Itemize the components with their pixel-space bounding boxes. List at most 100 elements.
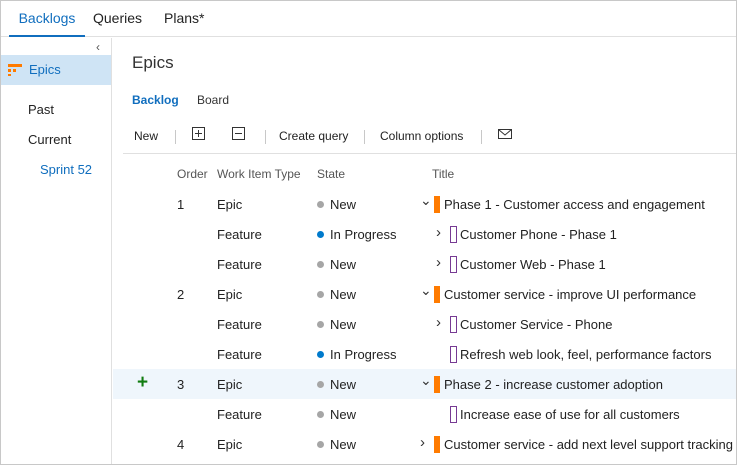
state-dot-icon <box>317 231 324 238</box>
page-title: Epics <box>132 53 174 72</box>
epic-color-bar <box>434 436 440 453</box>
cell-title[interactable]: Phase 2 - increase customer adoption <box>444 377 663 392</box>
sidebar-item-epics[interactable]: Epics <box>1 55 111 85</box>
tab-queries[interactable]: Queries <box>93 1 142 37</box>
table-row[interactable]: Feature In Progress › Customer Phone - Phas… <box>113 219 736 249</box>
state-dot-icon <box>317 411 324 418</box>
state-label: New <box>330 287 357 302</box>
cell-type: Feature <box>217 317 262 332</box>
state-dot-icon <box>317 201 324 208</box>
epic-color-bar <box>434 196 440 213</box>
cell-title[interactable]: Customer Phone - Phase 1 <box>460 227 617 242</box>
cell-state: In Progress <box>317 347 396 362</box>
table-row[interactable]: 4 Epic New › Customer service - add next lev… <box>113 429 736 459</box>
cell-state: New <box>317 437 356 452</box>
cell-order: 4 <box>177 437 185 452</box>
state-dot-icon <box>317 321 324 328</box>
cell-type: Epic <box>217 437 243 452</box>
chevron-down-icon[interactable]: ⌄ <box>420 372 432 389</box>
state-label: In Progress <box>330 347 397 362</box>
cell-state: In Progress <box>317 227 396 242</box>
collapse-all-icon[interactable] <box>232 127 245 140</box>
chevron-down-icon[interactable]: ⌄ <box>420 192 432 209</box>
tab-board[interactable]: Board <box>197 93 229 107</box>
new-button[interactable]: New <box>134 129 158 143</box>
table-row[interactable]: Feature New › Customer Web - Phase 1 <box>113 249 736 279</box>
create-query-button[interactable]: Create query <box>279 129 348 143</box>
table-row[interactable]: +3 Epic New ⌄ Phase 2 - increase customer ad… <box>113 369 736 399</box>
chevron-right-icon[interactable]: › <box>436 314 441 331</box>
cell-state: New <box>317 257 356 272</box>
cell-state: New <box>317 317 356 332</box>
chevron-right-icon[interactable]: › <box>436 224 441 241</box>
top-nav: Backlogs Queries Plans* <box>1 1 736 37</box>
state-label: In Progress <box>330 227 397 242</box>
sidebar-item-past[interactable]: Past <box>28 102 54 117</box>
feature-color-bar <box>450 256 457 273</box>
cell-title[interactable]: Refresh web look, feel, performance fact… <box>460 347 711 362</box>
sidebar-item-current[interactable]: Current <box>28 132 71 147</box>
state-label: New <box>330 377 357 392</box>
chevron-right-icon[interactable]: › <box>436 254 441 271</box>
feature-color-bar <box>450 346 457 363</box>
state-label: New <box>330 257 357 272</box>
window-frame: Backlogs Queries Plans* ‹ Epics Past Cur… <box>0 0 737 465</box>
cell-type: Feature <box>217 257 262 272</box>
feature-color-bar <box>450 406 457 423</box>
state-dot-icon <box>317 381 324 388</box>
column-header-title[interactable]: Title <box>432 167 454 181</box>
main-content: Epics Backlog Board New Create query Col… <box>113 38 736 464</box>
table-row[interactable]: 2 Epic New ⌄ Customer service - improve UI p… <box>113 279 736 309</box>
column-options-button[interactable]: Column options <box>380 129 463 143</box>
toolbar-divider <box>481 130 482 144</box>
column-header-state[interactable]: State <box>317 167 345 181</box>
table-row[interactable]: Feature In Progress Refresh web look, feel… <box>113 339 736 369</box>
cell-order: 2 <box>177 287 185 302</box>
state-dot-icon <box>317 441 324 448</box>
sidebar-item-sprint[interactable]: Sprint 52 <box>40 162 92 177</box>
cell-title[interactable]: Customer Web - Phase 1 <box>460 257 606 272</box>
expand-all-icon[interactable] <box>192 127 205 140</box>
state-label: New <box>330 437 357 452</box>
chevron-down-icon[interactable]: ⌄ <box>420 282 432 299</box>
column-header-type[interactable]: Work Item Type <box>217 167 301 181</box>
column-header-order[interactable]: Order <box>177 167 208 181</box>
cell-type: Feature <box>217 227 262 242</box>
cell-title[interactable]: Customer Service - Phone <box>460 317 612 332</box>
state-label: New <box>330 317 357 332</box>
table-row[interactable]: Feature New › Customer Service - Phone <box>113 309 736 339</box>
cell-title[interactable]: Customer service - improve UI performanc… <box>444 287 696 302</box>
cell-state: New <box>317 377 356 392</box>
epic-color-bar <box>434 286 440 303</box>
toolbar: New Create query Column options <box>123 122 736 154</box>
feature-color-bar <box>450 316 457 333</box>
toolbar-divider <box>175 130 176 144</box>
toolbar-divider <box>364 130 365 144</box>
backlog-icon <box>8 64 22 76</box>
state-label: New <box>330 197 357 212</box>
sidebar-item-label: Epics <box>29 62 61 77</box>
collapse-sidebar-icon[interactable]: ‹ <box>96 40 100 54</box>
table-row[interactable]: Feature New Increase ease of use for all c… <box>113 399 736 429</box>
tab-backlogs[interactable]: Backlogs <box>9 1 85 37</box>
cell-title[interactable]: Increase ease of use for all customers <box>460 407 680 422</box>
table-row[interactable]: 1 Epic New ⌄ Phase 1 - Customer access and e… <box>113 189 736 219</box>
chevron-right-icon[interactable]: › <box>420 434 425 451</box>
tab-plans[interactable]: Plans* <box>164 1 204 37</box>
add-child-icon[interactable]: + <box>137 372 148 394</box>
cell-state: New <box>317 407 356 422</box>
toolbar-divider <box>265 130 266 144</box>
sidebar: ‹ Epics Past Current Sprint 52 <box>1 38 112 464</box>
cell-type: Feature <box>217 407 262 422</box>
cell-title[interactable]: Customer service - add next level suppor… <box>444 437 733 452</box>
tab-backlog[interactable]: Backlog <box>132 93 179 107</box>
cell-type: Epic <box>217 287 243 302</box>
cell-title[interactable]: Phase 1 - Customer access and engagement <box>444 197 705 212</box>
cell-order: 3 <box>177 377 185 392</box>
cell-type: Epic <box>217 377 243 392</box>
state-dot-icon <box>317 351 324 358</box>
cell-type: Feature <box>217 347 262 362</box>
state-dot-icon <box>317 291 324 298</box>
cell-state: New <box>317 287 356 302</box>
email-icon[interactable] <box>498 129 512 139</box>
